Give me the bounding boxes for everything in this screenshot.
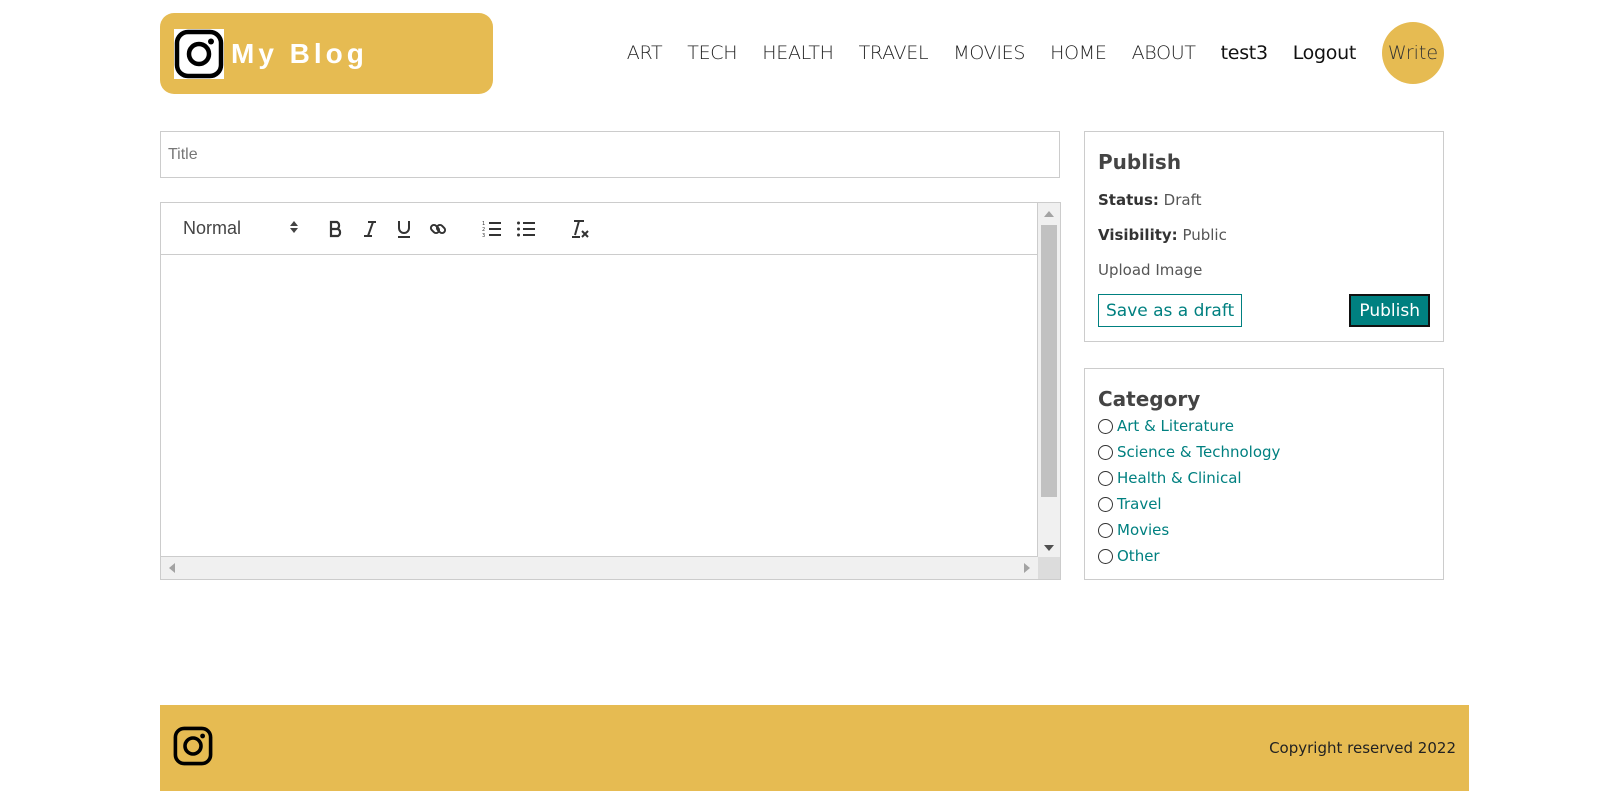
category-option[interactable]: Health & Clinical (1098, 467, 1430, 489)
italic-icon[interactable] (353, 215, 387, 243)
category-label[interactable]: Movies (1117, 521, 1169, 539)
editor-toolbar: Normal 123 (161, 203, 1037, 255)
scroll-down-icon[interactable] (1044, 545, 1054, 551)
scroll-right-icon[interactable] (1024, 563, 1030, 573)
status-row: Status: Draft (1098, 191, 1430, 209)
publish-actions: Save as a draft Publish (1098, 294, 1430, 327)
upload-image-label[interactable]: Upload Image (1098, 261, 1430, 279)
logo[interactable]: My Blog (160, 13, 493, 94)
category-label[interactable]: Travel (1117, 495, 1162, 513)
copyright-text: Copyright reserved 2022 (1269, 739, 1456, 757)
radio-button[interactable] (1098, 496, 1113, 512)
logout-link[interactable]: Logout (1293, 42, 1357, 64)
radio-button[interactable] (1098, 522, 1113, 538)
scroll-left-icon[interactable] (169, 563, 175, 573)
scroll-up-icon[interactable] (1044, 211, 1054, 217)
svg-text:3: 3 (482, 233, 485, 238)
scrollbar-corner (1038, 557, 1060, 579)
horizontal-scrollbar[interactable] (161, 557, 1038, 579)
save-draft-button[interactable]: Save as a draft (1098, 294, 1243, 327)
radio-button[interactable] (1098, 470, 1113, 486)
editor-viewport: Normal 123 (161, 203, 1038, 557)
radio-button[interactable] (1098, 548, 1113, 564)
category-label[interactable]: Health & Clinical (1117, 469, 1242, 487)
category-option[interactable]: Movies (1098, 519, 1430, 541)
nav-link-about[interactable]: ABOUT (1132, 42, 1196, 64)
status-value: Draft (1163, 191, 1202, 209)
link-icon[interactable] (421, 215, 455, 243)
category-option[interactable]: Travel (1098, 493, 1430, 515)
vertical-scrollbar[interactable] (1038, 203, 1060, 557)
publish-button[interactable]: Publish (1349, 294, 1430, 327)
category-panel: Category Art & Literature Science & Tech… (1084, 368, 1444, 580)
brand-name: My Blog (231, 37, 368, 69)
instagram-icon[interactable] (173, 726, 213, 771)
category-label[interactable]: Art & Literature (1117, 417, 1234, 435)
visibility-row: Visibility: Public (1098, 226, 1430, 244)
status-label: Status: (1098, 191, 1159, 209)
write-button[interactable]: Write (1382, 22, 1444, 84)
rich-text-editor: Normal 123 (160, 202, 1061, 580)
category-option[interactable]: Science & Technology (1098, 441, 1430, 463)
publish-panel: Publish Status: Draft Visibility: Public… (1084, 131, 1444, 342)
publish-title: Publish (1098, 150, 1182, 174)
visibility-label: Visibility: (1098, 226, 1178, 244)
visibility-value: Public (1182, 226, 1227, 244)
nav-link-health[interactable]: HEALTH (762, 42, 834, 64)
nav-link-tech[interactable]: TECH (687, 42, 737, 64)
radio-button[interactable] (1098, 444, 1113, 460)
nav-link-home[interactable]: HOME (1050, 42, 1107, 64)
footer: Copyright reserved 2022 (160, 705, 1469, 791)
ordered-list-icon[interactable]: 123 (475, 215, 509, 243)
clear-format-icon[interactable] (563, 215, 597, 243)
category-option[interactable]: Art & Literature (1098, 415, 1430, 437)
bold-icon[interactable] (319, 215, 353, 243)
scrollbar-thumb[interactable] (1041, 225, 1057, 497)
nav-link-art[interactable]: ART (627, 42, 663, 64)
editor-content[interactable] (161, 255, 1038, 557)
category-list: Art & Literature Science & Technology He… (1098, 415, 1430, 567)
format-select-value: Normal (183, 218, 242, 238)
category-label[interactable]: Science & Technology (1117, 443, 1280, 461)
category-title: Category (1098, 387, 1201, 411)
nav-link-movies[interactable]: MOVIES (953, 42, 1025, 64)
underline-icon[interactable] (387, 215, 421, 243)
bullet-list-icon[interactable] (509, 215, 543, 243)
nav-link-travel[interactable]: TRAVEL (859, 42, 929, 64)
category-option[interactable]: Other (1098, 545, 1430, 567)
select-arrows-icon (289, 218, 299, 239)
nav-user[interactable]: test3 (1221, 42, 1268, 64)
radio-button[interactable] (1098, 418, 1113, 434)
instagram-icon (174, 28, 224, 79)
category-label[interactable]: Other (1117, 547, 1160, 565)
nav-links: ART TECH HEALTH TRAVEL MOVIES HOME ABOUT… (602, 22, 1444, 84)
title-input[interactable] (160, 131, 1060, 178)
navbar: My Blog ART TECH HEALTH TRAVEL MOVIES HO… (160, 13, 1444, 94)
format-select[interactable]: Normal (183, 218, 299, 239)
